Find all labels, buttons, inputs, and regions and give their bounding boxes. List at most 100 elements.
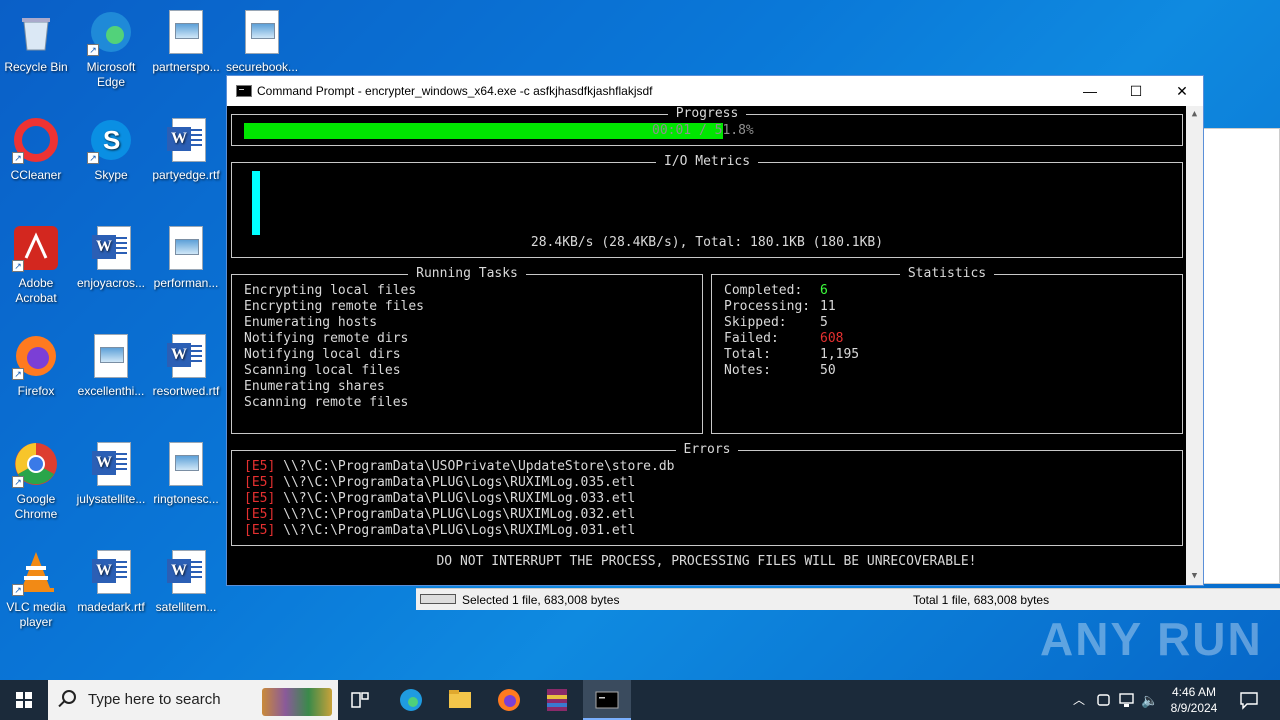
desktop-icon[interactable]: ↗ Adobe Acrobat [0, 224, 72, 306]
command-prompt-window[interactable]: Command Prompt - encrypter_windows_x64.e… [226, 75, 1204, 586]
statistics-title: Statistics [899, 266, 995, 281]
desktop-icon[interactable]: partnerspo... [150, 8, 222, 75]
stat-row: Completed: 6 [724, 283, 828, 299]
desktop-icon[interactable]: performan... [150, 224, 222, 291]
taskbar-firefox[interactable] [492, 680, 526, 720]
progress-title: Progress [667, 106, 747, 121]
scroll-down-arrow-icon[interactable]: ▼ [1186, 568, 1203, 585]
desktop-icon[interactable]: Wresortwed.rtf [150, 332, 222, 399]
io-throughput-bar [252, 171, 260, 235]
desktop-icon[interactable]: ↗ Firefox [0, 332, 72, 399]
warning-message: DO NOT INTERRUPT THE PROCESS, PROCESSING… [436, 554, 977, 569]
console-scrollbar[interactable]: ▲ ▼ [1186, 106, 1203, 585]
meet-now-icon[interactable] [1094, 680, 1114, 720]
error-path: \\?\C:\ProgramData\PLUG\Logs\RUXIMLog.03… [283, 523, 636, 538]
scroll-up-arrow-icon[interactable]: ▲ [1186, 106, 1203, 123]
drive-icon [420, 594, 456, 604]
task-item: Notifying remote dirs [244, 331, 409, 346]
task-view-button[interactable] [344, 680, 376, 720]
shortcut-arrow-icon: ↗ [12, 584, 24, 596]
show-hidden-icons-chevron-icon[interactable]: ︿ [1068, 680, 1090, 720]
error-path: \\?\C:\ProgramData\PLUG\Logs\RUXIMLog.03… [283, 475, 636, 490]
explorer-status-bar: Selected 1 file, 683,008 bytes Total 1 f… [416, 588, 1280, 610]
stat-row: Notes: 50 [724, 363, 836, 379]
desktop-icon[interactable]: Wmadedark.rtf [75, 548, 147, 615]
desktop-icon-label: VLC media player [6, 600, 66, 629]
errors-panel: Errors [E5] \\?\C:\ProgramData\USOPrivat… [231, 442, 1183, 546]
error-path: \\?\C:\ProgramData\PLUG\Logs\RUXIMLog.03… [283, 507, 636, 522]
desktop-icon-label: partnerspo... [152, 60, 220, 74]
stat-value: 11 [820, 299, 836, 314]
desktop-icon[interactable]: Wpartyedge.rtf [150, 116, 222, 183]
error-row: [E5] \\?\C:\ProgramData\PLUG\Logs\RUXIML… [244, 475, 635, 491]
desktop-icon-label: resortwed.rtf [152, 384, 220, 398]
task-item: Scanning remote files [244, 395, 409, 410]
taskbar-edge[interactable] [394, 680, 428, 720]
stat-row: Processing: 11 [724, 299, 836, 315]
stat-value: 5 [820, 315, 828, 330]
task-item: Enumerating hosts [244, 315, 378, 330]
folder-icon [449, 690, 471, 708]
search-highlight-books-icon [262, 688, 332, 716]
close-button[interactable]: ✕ [1159, 76, 1205, 106]
error-row: [E5] \\?\C:\ProgramData\PLUG\Logs\RUXIML… [244, 507, 635, 523]
acrobat-icon: ↗ [12, 224, 60, 272]
desktop-icon[interactable]: ↗ Microsoft Edge [75, 8, 147, 90]
search-placeholder: Type here to search [88, 691, 221, 708]
stat-value: 1,195 [820, 347, 860, 362]
svg-text:S: S [103, 125, 120, 155]
image-file-icon [162, 224, 210, 272]
taskbar-search-box[interactable]: Type here to search [48, 680, 338, 720]
clock-time: 4:46 AM [1171, 685, 1217, 699]
desktop-icon-label: madedark.rtf [77, 600, 145, 614]
errors-title: Errors [675, 442, 739, 457]
console-output[interactable]: Progress 00:01 / 51.8% I/O Metrics 28.4K… [227, 106, 1203, 585]
notification-icon [1240, 692, 1258, 710]
notification-center-button[interactable] [1232, 680, 1266, 720]
desktop-icon-label: securebook... [226, 60, 299, 74]
minimize-button[interactable]: — [1067, 76, 1113, 106]
desktop-icon[interactable]: ↗ VLC media player [0, 548, 72, 630]
firefox-icon [498, 689, 520, 711]
desktop-icon[interactable]: ↗ Google Chrome [0, 440, 72, 522]
desktop-icon[interactable]: Wsatellitem... [150, 548, 222, 615]
desktop-icon[interactable]: excellenthi... [75, 332, 147, 399]
desktop-icon[interactable]: ringtonesc... [150, 440, 222, 507]
desktop-icon[interactable]: S ↗ Skype [75, 116, 147, 183]
recycle-bin-icon [12, 8, 60, 56]
edge-icon [400, 689, 422, 711]
taskbar: Type here to search ︿ 🔈 4:46 AM 8/9/2024 [0, 680, 1280, 720]
error-path: \\?\C:\ProgramData\PLUG\Logs\RUXIMLog.03… [283, 491, 636, 506]
desktop-icon-label: enjoyacros... [76, 276, 146, 290]
taskbar-file-explorer[interactable] [443, 680, 477, 720]
error-row: [E5] \\?\C:\ProgramData\USOPrivate\Updat… [244, 459, 674, 475]
volume-icon[interactable]: 🔈 [1140, 680, 1160, 720]
winrar-icon [547, 689, 567, 711]
system-clock[interactable]: 4:46 AM 8/9/2024 [1160, 684, 1228, 716]
ccleaner-icon: ↗ [12, 116, 60, 164]
running-tasks-panel: Running Tasks Encrypting local files Encr… [231, 266, 703, 434]
desktop-icon-label: performan... [153, 276, 219, 290]
network-icon[interactable] [1116, 680, 1138, 720]
start-button[interactable] [0, 680, 48, 720]
taskbar-winrar[interactable] [540, 680, 574, 720]
desktop-icon-label: satellitem... [155, 600, 217, 614]
maximize-button[interactable]: ☐ [1113, 76, 1159, 106]
shortcut-arrow-icon: ↗ [87, 44, 99, 56]
desktop-icon[interactable]: ↗ CCleaner [0, 116, 72, 183]
skype-icon: S ↗ [87, 116, 135, 164]
image-file-icon [87, 332, 135, 380]
taskbar-command-prompt[interactable] [583, 680, 631, 720]
desktop-icon[interactable]: securebook... [226, 8, 298, 75]
error-code: [E5] [244, 523, 276, 538]
desktop-icon[interactable]: Wenjoyacros... [75, 224, 147, 291]
image-file-icon [238, 8, 286, 56]
desktop-icon[interactable]: Recycle Bin [0, 8, 72, 75]
error-row: [E5] \\?\C:\ProgramData\PLUG\Logs\RUXIML… [244, 491, 635, 507]
task-item: Enumerating shares [244, 379, 385, 394]
desktop-icon[interactable]: Wjulysatellite... [75, 440, 147, 507]
progress-text: 00:01 / 51.8% [652, 123, 754, 138]
status-selected: Selected 1 file, 683,008 bytes [462, 593, 620, 607]
io-metrics-panel: I/O Metrics 28.4KB/s (28.4KB/s), Total: … [231, 154, 1183, 258]
console-titlebar[interactable]: Command Prompt - encrypter_windows_x64.e… [227, 76, 1203, 106]
